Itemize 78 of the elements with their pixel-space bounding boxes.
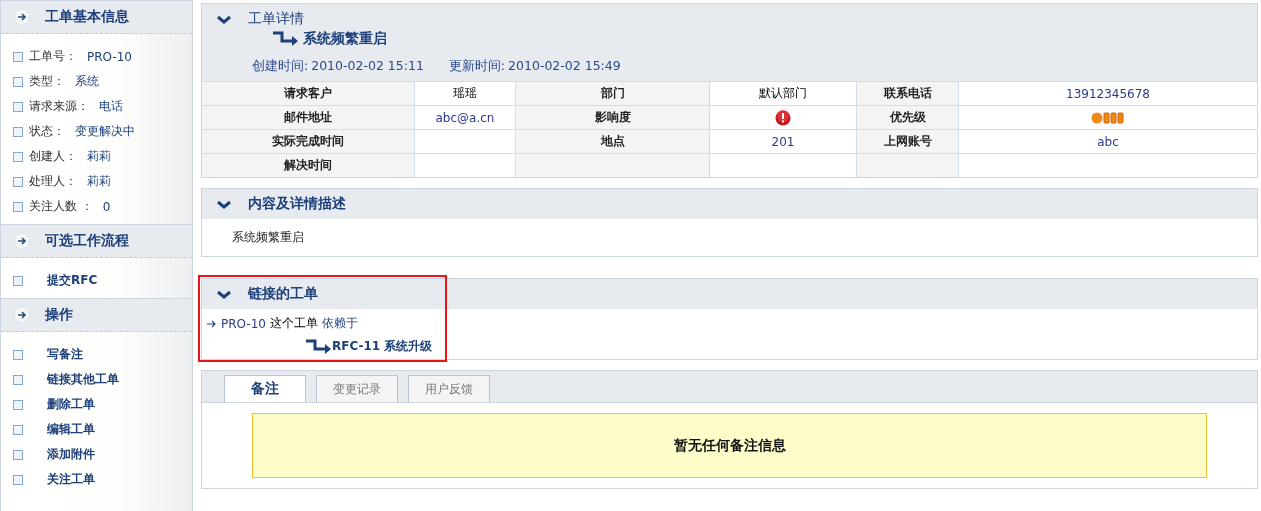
bullet-icon bbox=[13, 275, 23, 286]
field-label: 地点 bbox=[515, 129, 710, 154]
tab[interactable]: 用户反馈 bbox=[408, 375, 490, 402]
field-label: 状态： bbox=[29, 123, 65, 140]
bullet-icon bbox=[13, 101, 23, 112]
bent-arrow-icon bbox=[272, 31, 299, 47]
bullet-icon bbox=[13, 424, 23, 435]
field-label: 优先级 bbox=[856, 105, 959, 130]
bullet-icon bbox=[13, 126, 23, 137]
action-link[interactable]: 关注工单 bbox=[47, 471, 95, 488]
updated-time: 2010-02-02 15:49 bbox=[508, 58, 621, 75]
field-value: 系统 bbox=[75, 73, 99, 90]
description-text: 系统频繁重启 bbox=[232, 230, 304, 244]
bullet-icon bbox=[13, 51, 23, 62]
field-label: 联系电话 bbox=[856, 81, 959, 106]
field-label: 请求客户 bbox=[202, 81, 415, 106]
bullet-icon bbox=[13, 151, 23, 162]
updated-label: 更新时间: bbox=[448, 58, 506, 75]
arrow-icon bbox=[207, 319, 217, 328]
section-title: 工单基本信息 bbox=[45, 8, 129, 26]
bullet-icon bbox=[13, 374, 23, 385]
field-label: 上网账号 bbox=[856, 129, 959, 154]
ticket-link[interactable]: RFC-11 系统升级 bbox=[332, 338, 433, 355]
bullet-icon bbox=[13, 76, 23, 87]
created-time: 2010-02-02 15:11 bbox=[311, 58, 424, 75]
field-value: 莉莉 bbox=[87, 173, 111, 190]
priority-icon bbox=[1091, 112, 1125, 124]
chevron-icon bbox=[216, 14, 232, 24]
chevron-icon bbox=[216, 289, 232, 299]
field-value: PRO-10 bbox=[87, 49, 132, 64]
field-label: 实际完成时间 bbox=[202, 129, 415, 154]
field-value: 莉莉 bbox=[87, 148, 111, 165]
created-label: 创建时间: bbox=[252, 58, 309, 75]
field-value: 13912345678 bbox=[958, 81, 1257, 106]
action-link[interactable]: 编辑工单 bbox=[47, 421, 95, 438]
field-label: 影响度 bbox=[515, 105, 710, 130]
field-value: 默认部门 bbox=[709, 81, 857, 106]
field-value: 变更解决中 bbox=[75, 123, 135, 140]
action-link[interactable]: 链接其他工单 bbox=[47, 371, 119, 388]
bent-arrow-icon bbox=[305, 338, 332, 355]
field-label: 部门 bbox=[515, 81, 710, 106]
action-link[interactable]: 删除工单 bbox=[47, 396, 95, 413]
relation-text: 依赖于 bbox=[321, 315, 358, 332]
panel-title: 内容及详情描述 bbox=[248, 195, 346, 213]
bullet-icon bbox=[13, 349, 23, 360]
tab[interactable]: 备注 bbox=[224, 375, 306, 402]
field-value: 0 bbox=[102, 199, 111, 214]
empty-message: 暂无任何备注信息 bbox=[252, 413, 1207, 478]
link-text: 这个工单 bbox=[269, 315, 318, 332]
field-label: 处理人： bbox=[29, 173, 77, 190]
bullet-icon bbox=[13, 449, 23, 460]
action-link[interactable]: 提交RFC bbox=[47, 272, 98, 289]
field-label: 类型： bbox=[29, 73, 65, 90]
field-label: 工单号： bbox=[29, 48, 77, 65]
bullet-icon bbox=[13, 399, 23, 410]
field-label: 解决时间 bbox=[202, 153, 415, 177]
tab[interactable]: 变更记录 bbox=[316, 375, 398, 402]
ticket-subject: 系统频繁重启 bbox=[303, 30, 387, 48]
action-link[interactable]: 写备注 bbox=[47, 346, 83, 363]
chevron-icon bbox=[216, 199, 232, 209]
panel-title: 工单详情 bbox=[248, 10, 304, 28]
field-value: 瑶瑶 bbox=[414, 81, 516, 106]
alert-icon bbox=[775, 109, 791, 126]
panel-title: 链接的工单 bbox=[248, 285, 318, 303]
bullet-icon bbox=[13, 176, 23, 187]
section-title: 操作 bbox=[45, 306, 73, 324]
field-value: 电话 bbox=[99, 98, 123, 115]
field-label: 创建人： bbox=[29, 148, 77, 165]
field-label: 邮件地址 bbox=[202, 105, 415, 130]
action-link[interactable]: 添加附件 bbox=[47, 446, 95, 463]
field-label: 请求来源： bbox=[29, 98, 89, 115]
ticket-link[interactable]: PRO-10 bbox=[221, 316, 266, 331]
field-value: abc@a.cn bbox=[414, 105, 516, 130]
field-value: 201 bbox=[709, 129, 857, 154]
field-label: 关注人数 ： bbox=[29, 198, 93, 215]
section-title: 可选工作流程 bbox=[45, 232, 129, 250]
bullet-icon bbox=[13, 201, 23, 212]
bullet-icon bbox=[13, 474, 23, 485]
